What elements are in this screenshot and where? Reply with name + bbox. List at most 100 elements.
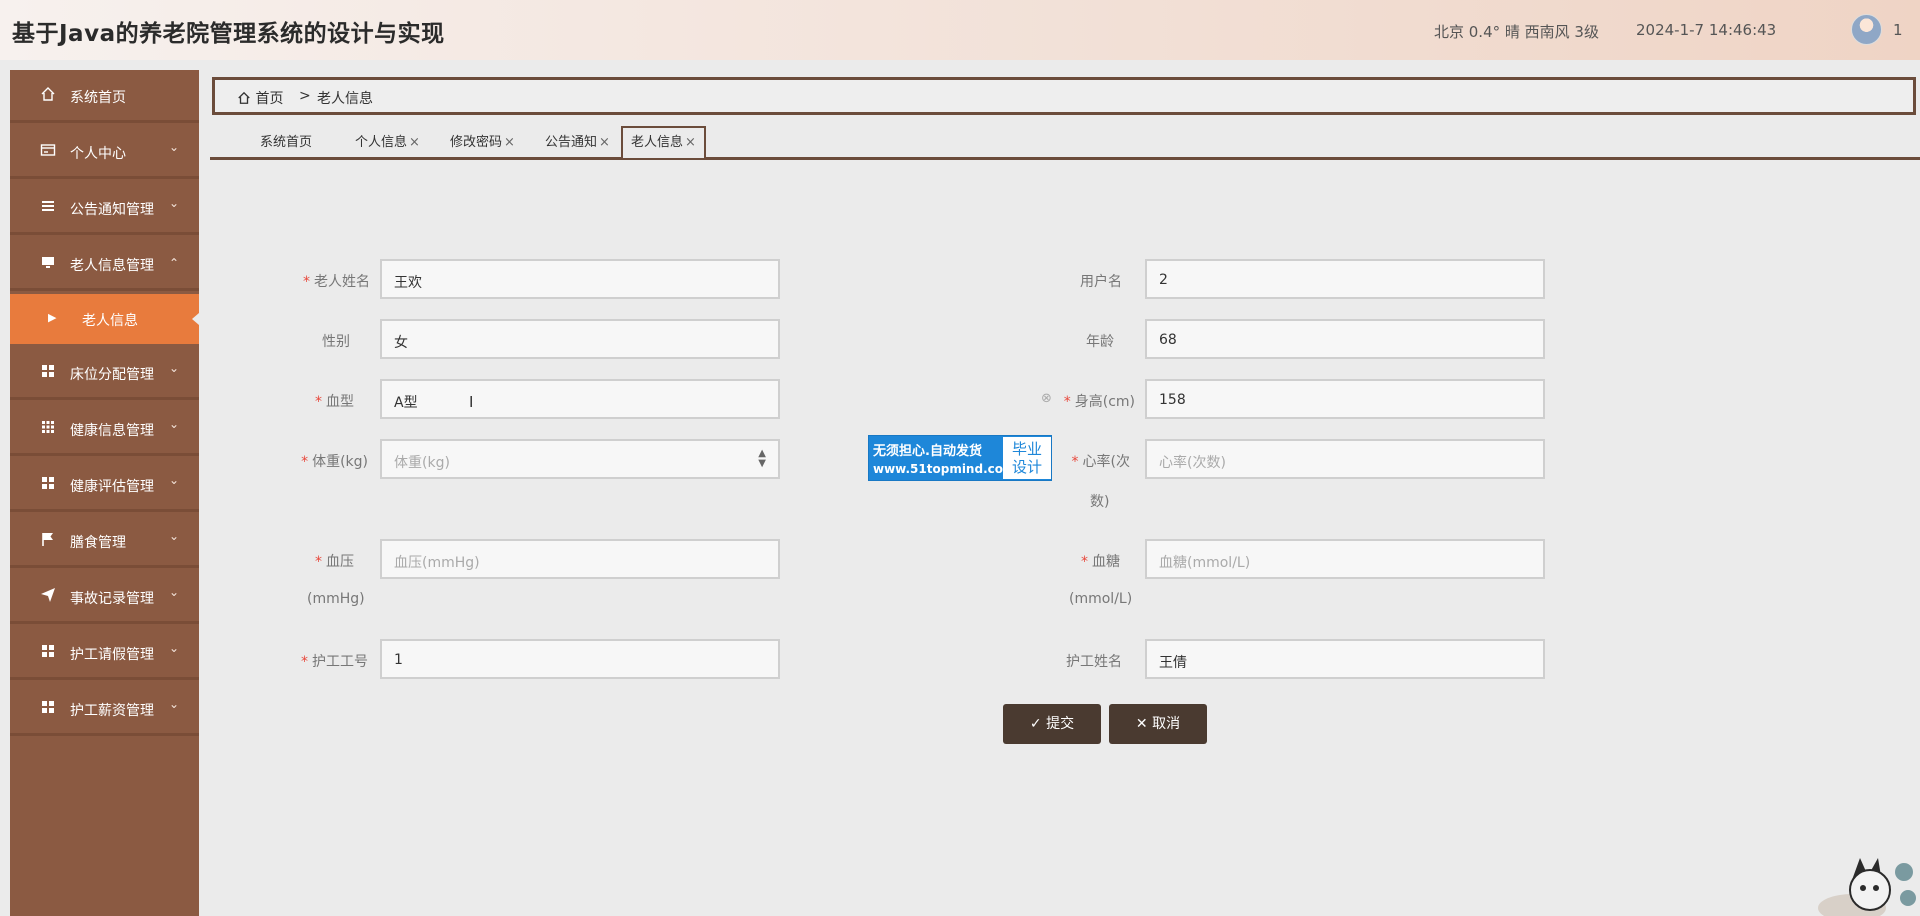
top-header: 基于Java的养老院管理系统的设计与实现 北京 0.4° 晴 西南风 3级 20…	[0, 0, 1920, 60]
mascot-decoration[interactable]	[1812, 850, 1920, 916]
check-icon: ✓	[1029, 716, 1042, 732]
sidebar-item-personal-center[interactable]: 个人中心 ⌄	[10, 126, 199, 179]
sidebar-item-nurse-leave[interactable]: 护工请假管理 ⌄	[10, 627, 199, 680]
tab-personal-info[interactable]: 个人信息 ×	[347, 128, 428, 158]
weight-input[interactable]: 体重(kg) ▲ ▼	[380, 439, 780, 479]
id-card-icon	[40, 142, 56, 158]
chevron-down-icon: ⌄	[169, 417, 180, 431]
heart-rate-input[interactable]: 心率(次数)	[1145, 439, 1545, 479]
ad-side-badge: 毕业 设计	[1003, 437, 1051, 479]
weather-info: 北京 0.4° 晴 西南风 3级	[1434, 23, 1599, 41]
grid-icon	[40, 363, 56, 379]
sidebar-item-label: 护工薪资管理	[70, 703, 154, 719]
ad-banner[interactable]: 无须担心.自动发货 www.51topmind.com 毕业 设计	[868, 435, 1052, 481]
username-input[interactable]: 2	[1145, 259, 1545, 299]
chevron-down-icon: ⌄	[169, 140, 180, 154]
sidebar-item-label: 老人信息管理	[70, 258, 154, 274]
sidebar-item-label: 护工请假管理	[70, 647, 154, 663]
submit-button[interactable]: ✓ 提交	[1003, 704, 1101, 744]
tab-bar: 系统首页 个人信息 × 修改密码 × 公告通知 × 老人信息 ×	[210, 124, 1920, 160]
nurse-name-input[interactable]: 王倩	[1145, 639, 1545, 679]
list-icon	[40, 198, 56, 214]
chevron-down-icon: ⌄	[169, 361, 180, 375]
send-icon	[40, 587, 56, 603]
sidebar-item-meal[interactable]: 膳食管理 ⌄	[10, 515, 199, 568]
name-input[interactable]: 王欢	[380, 259, 780, 299]
sidebar-subitem-elder-info[interactable]: ▶ 老人信息	[10, 294, 199, 344]
nurse-name-label: 护工姓名	[1066, 654, 1122, 670]
chevron-down-icon: ⌄	[169, 585, 180, 599]
age-label: 年龄	[1086, 334, 1114, 350]
breadcrumb-current: 老人信息	[317, 91, 373, 107]
blood-sugar-input[interactable]: 血糖(mmol/L)	[1145, 539, 1545, 579]
sidebar-item-label: 床位分配管理	[70, 367, 154, 383]
flag-icon	[40, 531, 56, 547]
home-icon	[40, 86, 56, 102]
ad-main-text: 无须担心.自动发货	[873, 444, 982, 459]
grid-icon	[40, 419, 56, 435]
sidebar-item-label: 膳食管理	[70, 535, 126, 551]
tab-home[interactable]: 系统首页	[252, 128, 320, 158]
name-label: * 老人姓名	[303, 274, 370, 290]
height-input[interactable]: 158	[1145, 379, 1545, 419]
sidebar-item-label: 系统首页	[70, 90, 126, 106]
grid-icon	[40, 643, 56, 659]
close-icon: ✕	[1135, 716, 1148, 732]
gender-label: 性别	[322, 334, 350, 350]
text-cursor-icon: I	[469, 393, 474, 411]
app-title: 基于Java的养老院管理系统的设计与实现	[12, 21, 445, 47]
blood-pressure-label: * 血压	[315, 554, 354, 570]
home-icon	[238, 91, 250, 104]
weight-label: * 体重(kg)	[301, 454, 368, 470]
close-icon[interactable]: ×	[685, 135, 696, 150]
chevron-up-icon: ⌃	[169, 256, 180, 270]
chevron-down-icon: ⌄	[169, 473, 180, 487]
nurse-id-label: * 护工工号	[301, 654, 368, 670]
username-label: 用户名	[1080, 274, 1122, 290]
sidebar: 系统首页 个人中心 ⌄ 公告通知管理 ⌄ 老人信息管理 ⌃ ▶ 老人信息 床位分…	[10, 70, 199, 916]
number-stepper-icon[interactable]: ▲ ▼	[758, 449, 766, 469]
blood-pressure-label-unit: (mmHg)	[307, 591, 365, 607]
chevron-down-icon: ⌄	[169, 641, 180, 655]
sidebar-item-label: 个人中心	[70, 146, 126, 162]
close-icon[interactable]: ×	[599, 135, 610, 150]
sidebar-item-label: 健康评估管理	[70, 479, 154, 495]
sidebar-item-elder-info[interactable]: 老人信息管理 ⌃	[10, 238, 199, 291]
height-label: * 身高(cm)	[1063, 394, 1135, 410]
blood-type-select[interactable]: A型	[380, 379, 780, 419]
chevron-down-icon: ⌄	[169, 697, 180, 711]
active-indicator-icon	[192, 313, 199, 325]
grid-icon	[40, 699, 56, 715]
sidebar-item-accident[interactable]: 事故记录管理 ⌄	[10, 571, 199, 624]
datetime: 2024-1-7 14:46:43	[1636, 21, 1777, 39]
avatar[interactable]	[1851, 14, 1882, 45]
sidebar-item-health-info[interactable]: 健康信息管理 ⌄	[10, 403, 199, 456]
tab-change-password[interactable]: 修改密码 ×	[442, 128, 523, 158]
chevron-down-icon: ⌄	[169, 529, 180, 543]
grid-icon	[40, 475, 56, 491]
blood-sugar-label: * 血糖	[1081, 554, 1120, 570]
chevron-down-icon: ⌄	[169, 196, 180, 210]
ad-url: www.51topmind.com	[873, 462, 1016, 476]
heart-rate-label-unit: 数)	[1090, 494, 1110, 510]
breadcrumb-separator: >	[299, 88, 311, 104]
tab-notice[interactable]: 公告通知 ×	[537, 128, 618, 158]
breadcrumb-home[interactable]: 首页	[237, 88, 283, 108]
nurse-id-input[interactable]: 1	[380, 639, 780, 679]
tab-elder-info[interactable]: 老人信息 ×	[621, 126, 706, 158]
sidebar-item-nurse-salary[interactable]: 护工薪资管理 ⌄	[10, 683, 199, 736]
user-count[interactable]: 1	[1893, 21, 1903, 39]
sidebar-item-home[interactable]: 系统首页	[10, 70, 199, 123]
sidebar-item-health-eval[interactable]: 健康评估管理 ⌄	[10, 459, 199, 512]
monitor-icon	[40, 254, 56, 270]
close-icon[interactable]: ×	[409, 135, 420, 150]
blood-pressure-input[interactable]: 血压(mmHg)	[380, 539, 780, 579]
sidebar-item-bed[interactable]: 床位分配管理 ⌄	[10, 347, 199, 400]
cancel-button[interactable]: ✕ 取消	[1109, 704, 1207, 744]
sidebar-item-notice[interactable]: 公告通知管理 ⌄	[10, 182, 199, 235]
sidebar-item-label: 健康信息管理	[70, 423, 154, 439]
gender-select[interactable]: 女	[380, 319, 780, 359]
close-icon[interactable]: ×	[504, 135, 515, 150]
blood-type-label: * 血型	[315, 394, 354, 410]
age-input[interactable]: 68	[1145, 319, 1545, 359]
